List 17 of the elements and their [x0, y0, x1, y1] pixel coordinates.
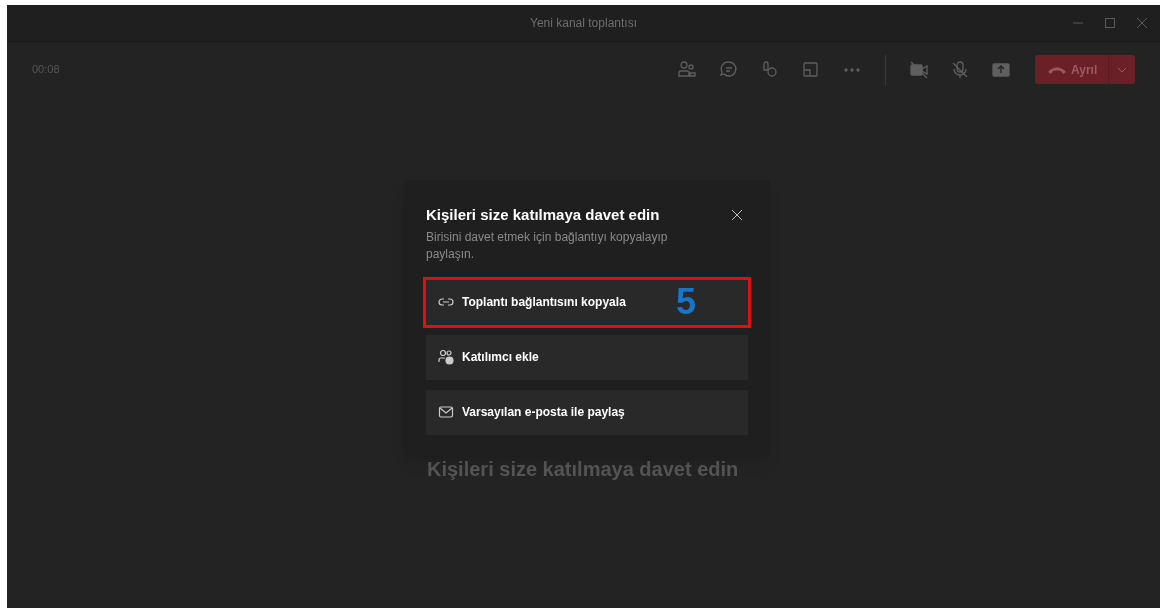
dialog-subtitle: Birisini davet etmek için bağlantıyı kopyalayıp paylaşın.: [426, 228, 669, 263]
camera-off-icon[interactable]: [909, 59, 929, 80]
option-button[interactable]: Katılımcı ekle: [426, 334, 748, 380]
maximize-icon[interactable]: [1104, 17, 1116, 29]
option-button[interactable]: Varsayılan e-posta ile paylaş: [426, 389, 748, 435]
people-icon[interactable]: [678, 59, 698, 80]
people-add-icon: [438, 349, 454, 365]
option-button[interactable]: Toplantı bağlantısını kopyala: [426, 279, 666, 325]
dialog-title: Kişileri size katılmaya davet edin: [426, 205, 661, 225]
window-title: Yeni kanal toplantısı: [530, 15, 637, 32]
chevron-down-icon[interactable]: [1117, 66, 1127, 73]
mic-off-icon[interactable]: [950, 59, 970, 80]
close-icon[interactable]: [731, 209, 743, 221]
step-number: 5: [676, 284, 697, 320]
mail-icon: [438, 404, 454, 420]
chat-icon[interactable]: [719, 59, 739, 80]
rooms-icon[interactable]: [801, 59, 821, 80]
